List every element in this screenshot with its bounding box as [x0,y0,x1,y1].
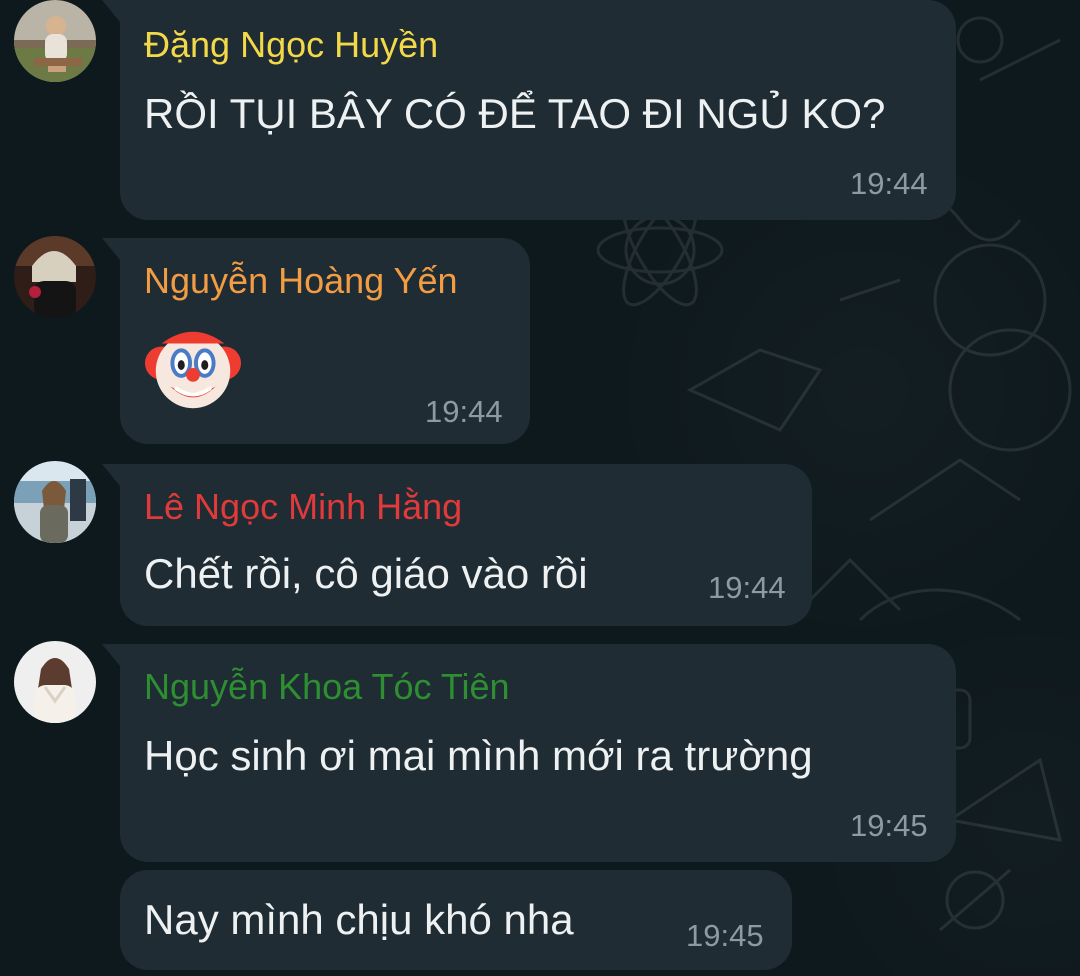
avatar[interactable] [14,236,96,318]
avatar-photo-4 [14,641,96,723]
message-bubble[interactable]: Nay mình chịu khó nha 19:45 [120,870,792,970]
avatar[interactable] [14,641,96,723]
avatar-photo-1 [14,0,96,82]
message-text: Nay mình chịu khó nha [144,896,574,943]
avatar-photo-3 [14,461,96,543]
sender-name: Đặng Ngọc Huyền [144,24,439,65]
sender-name: Nguyễn Hoàng Yến [144,260,458,301]
message-text: Chết rồi, cô giáo vào rồi [144,550,588,597]
message-bubble[interactable]: Đặng Ngọc Huyền RỒI TỤI BÂY CÓ ĐỂ TAO ĐI… [102,0,956,220]
message-time: 19:45 [850,808,928,843]
avatar-photo-2 [14,236,96,318]
sender-name: Lê Ngọc Minh Hằng [144,486,463,527]
message-bubble[interactable]: Lê Ngọc Minh Hằng Chết rồi, cô giáo vào … [102,464,812,626]
avatar[interactable] [14,461,96,543]
sender-name: Nguyễn Khoa Tóc Tiên [144,666,510,707]
message-time: 19:45 [686,918,764,953]
message-time: 19:44 [850,166,928,201]
message-text: RỒI TỤI BÂY CÓ ĐỂ TAO ĐI NGỦ KO? [144,90,886,137]
message-bubble[interactable]: Nguyễn Khoa Tóc Tiên Học sinh ơi mai mìn… [102,644,956,862]
message-time: 19:44 [708,570,786,605]
message-time: 19:44 [425,394,503,429]
clown-face-icon [144,331,242,409]
message-bubble[interactable]: Nguyễn Hoàng Yến 19:44 [102,238,530,444]
message-text: Học sinh ơi mai mình mới ra trường [144,732,813,779]
avatar[interactable] [14,0,96,82]
